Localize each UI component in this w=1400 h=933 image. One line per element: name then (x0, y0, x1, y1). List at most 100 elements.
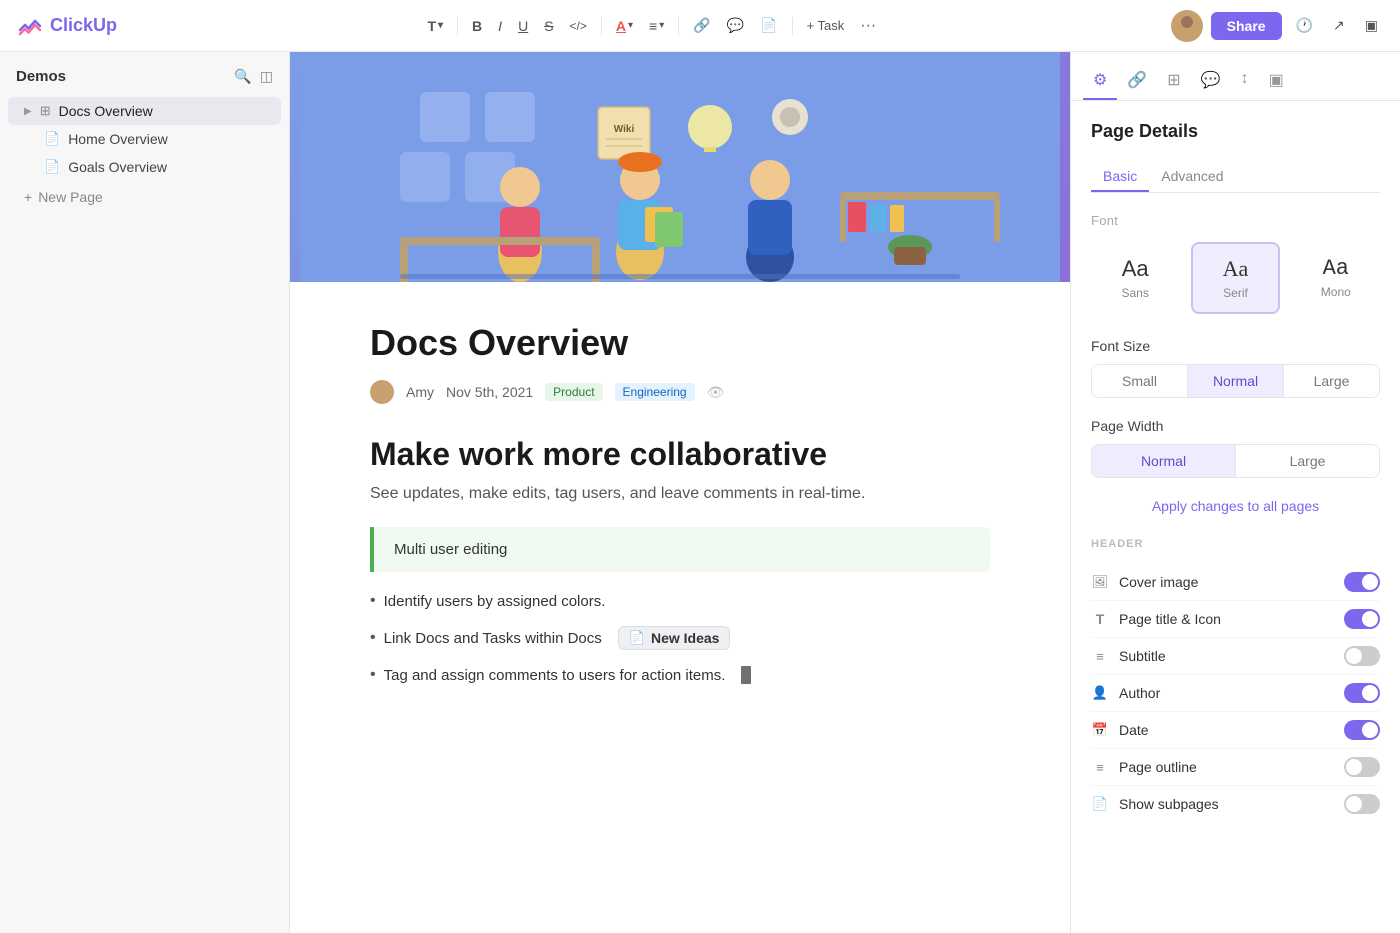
toolbar-more[interactable]: ··· (854, 13, 882, 39)
bullet-item-0: Identify users by assigned colors. (370, 592, 990, 610)
right-panel: ⚙ 🔗 ⊞ 💬 ↕ ▣ Page Details Basic Advanced … (1070, 52, 1400, 933)
sidebar-item-goals-overview[interactable]: 📄 Goals Overview (8, 153, 281, 181)
add-new-page[interactable]: + New Page (8, 183, 281, 211)
font-option-serif[interactable]: Aa Serif (1191, 242, 1279, 314)
document-content: Wiki (290, 52, 1070, 933)
page-title-icon: T (1091, 610, 1109, 628)
page-width-large[interactable]: Large (1235, 445, 1379, 477)
panel-subtabs: Basic Advanced (1091, 162, 1380, 193)
toolbar-comment[interactable]: 💬 (721, 13, 750, 38)
subtab-advanced[interactable]: Advanced (1149, 162, 1235, 192)
new-ideas-badge[interactable]: 📄 New Ideas (618, 626, 731, 650)
docs-overview-icon: ⊞ (40, 103, 51, 119)
add-label: New Page (38, 189, 103, 205)
document-meta: Amy Nov 5th, 2021 Product Engineering 👁 (370, 380, 990, 404)
badge-doc-icon: 📄 (629, 630, 645, 646)
apply-changes-link[interactable]: Apply changes to all pages (1091, 498, 1380, 514)
toolbar-color[interactable]: A ▾ (610, 14, 639, 38)
tab-grid[interactable]: ⊞ (1157, 62, 1190, 100)
tab-link[interactable]: 🔗 (1117, 62, 1157, 100)
sidebar-item-home-overview[interactable]: 📄 Home Overview (8, 125, 281, 153)
toggle-label-author: 👤 Author (1091, 684, 1160, 702)
tab-comment[interactable]: 💬 (1191, 62, 1231, 100)
tag-engineering[interactable]: Engineering (615, 383, 695, 401)
history-button[interactable]: 🕐 (1290, 13, 1319, 38)
font-size-small[interactable]: Small (1092, 365, 1187, 397)
toolbar-align[interactable]: ≡ ▾ (643, 14, 670, 38)
font-size-label: Font Size (1091, 338, 1380, 354)
bullet-text-0: Identify users by assigned colors. (384, 593, 606, 610)
toggle-page-outline[interactable] (1344, 757, 1380, 777)
cover-image: Wiki (290, 52, 1070, 282)
right-panel-body: Page Details Basic Advanced Font Aa Sans… (1071, 101, 1400, 842)
workspace-title: Demos (16, 68, 66, 85)
font-preview-mono: Aa (1323, 256, 1349, 281)
toggle-date[interactable] (1344, 720, 1380, 740)
author-name: Amy (406, 384, 434, 400)
toolbar-task[interactable]: + Task (801, 14, 851, 37)
document-subtitle: See updates, make edits, tag users, and … (370, 485, 990, 503)
tab-sort[interactable]: ↕ (1231, 62, 1259, 100)
font-size-large[interactable]: Large (1283, 365, 1379, 397)
toggle-row-page-outline: ≡ Page outline (1091, 749, 1380, 786)
sidebar-item-label: Home Overview (68, 131, 168, 147)
app-name: ClickUp (50, 15, 117, 36)
badge-label: New Ideas (651, 630, 719, 646)
toolbar-bold[interactable]: B (466, 14, 488, 38)
tab-layout[interactable]: ▣ (1259, 62, 1294, 100)
toolbar-link[interactable]: 🔗 (687, 13, 716, 38)
toggle-row-subtitle: ≡ Subtitle (1091, 638, 1380, 675)
document-heading: Make work more collaborative (370, 436, 990, 473)
visibility-icon: 👁 (707, 384, 725, 401)
topbar-right: Share 🕐 ↗ ▣ (1171, 10, 1384, 42)
right-panel-tabs: ⚙ 🔗 ⊞ 💬 ↕ ▣ (1071, 52, 1400, 101)
sidebar-actions: 🔍 ◫ (234, 68, 273, 85)
app-logo[interactable]: ClickUp (16, 12, 117, 40)
panel-title: Page Details (1091, 121, 1380, 142)
tag-product[interactable]: Product (545, 383, 602, 401)
toggle-label-page-title: T Page title & Icon (1091, 610, 1221, 628)
sidebar-item-label: Goals Overview (68, 159, 167, 175)
sidebar-search-icon[interactable]: 🔍 (234, 68, 251, 85)
toolbar-doc[interactable]: 📄 (754, 13, 783, 38)
font-preview-sans: Aa (1122, 256, 1149, 282)
font-option-mono[interactable]: Aa Mono (1292, 242, 1380, 314)
sidebar-collapse-icon[interactable]: ◫ (260, 68, 273, 85)
page-width-options: Normal Large (1091, 444, 1380, 478)
cover-image-icon: 🖼 (1091, 573, 1109, 591)
font-size-normal[interactable]: Normal (1187, 365, 1283, 397)
tab-settings[interactable]: ⚙ (1083, 62, 1117, 100)
toggle-label-show-subpages: 📄 Show subpages (1091, 795, 1219, 813)
share-button[interactable]: Share (1211, 12, 1282, 40)
blockquote: Multi user editing (370, 527, 990, 572)
toolbar-code[interactable]: </> (564, 15, 593, 37)
add-icon: + (24, 189, 32, 205)
font-option-sans[interactable]: Aa Sans (1091, 242, 1179, 314)
toggle-page-title[interactable] (1344, 609, 1380, 629)
toggle-subtitle[interactable] (1344, 646, 1380, 666)
layout-button[interactable]: ▣ (1359, 13, 1384, 38)
main-layout: Demos 🔍 ◫ ▶ ⊞ Docs Overview 📄 Home Overv… (0, 52, 1400, 933)
home-overview-icon: 📄 (44, 131, 60, 147)
toggle-author[interactable] (1344, 683, 1380, 703)
font-label-sans: Sans (1121, 286, 1148, 300)
toggle-cover-image[interactable] (1344, 572, 1380, 592)
sidebar-item-docs-overview[interactable]: ▶ ⊞ Docs Overview (8, 97, 281, 125)
export-button[interactable]: ↗ (1327, 13, 1351, 38)
show-subpages-icon: 📄 (1091, 795, 1109, 813)
subtab-basic[interactable]: Basic (1091, 162, 1149, 192)
toggle-row-cover-image: 🖼 Cover image (1091, 564, 1380, 601)
svg-text:Wiki: Wiki (614, 124, 635, 135)
bullet-item-2: Tag and assign comments to users for act… (370, 666, 990, 684)
toggle-label-page-outline: ≡ Page outline (1091, 758, 1197, 776)
toggle-row-author: 👤 Author (1091, 675, 1380, 712)
toolbar-underline[interactable]: U (512, 14, 534, 38)
toolbar-strikethrough[interactable]: S (538, 14, 559, 38)
page-width-normal[interactable]: Normal (1092, 445, 1235, 477)
toolbar-italic[interactable]: I (492, 14, 508, 38)
toggle-label-cover-image: 🖼 Cover image (1091, 573, 1198, 591)
chevron-right-icon: ▶ (24, 106, 32, 117)
cover-illustration: Wiki (300, 52, 1060, 282)
toolbar-text[interactable]: T ▾ (421, 14, 449, 38)
toggle-show-subpages[interactable] (1344, 794, 1380, 814)
